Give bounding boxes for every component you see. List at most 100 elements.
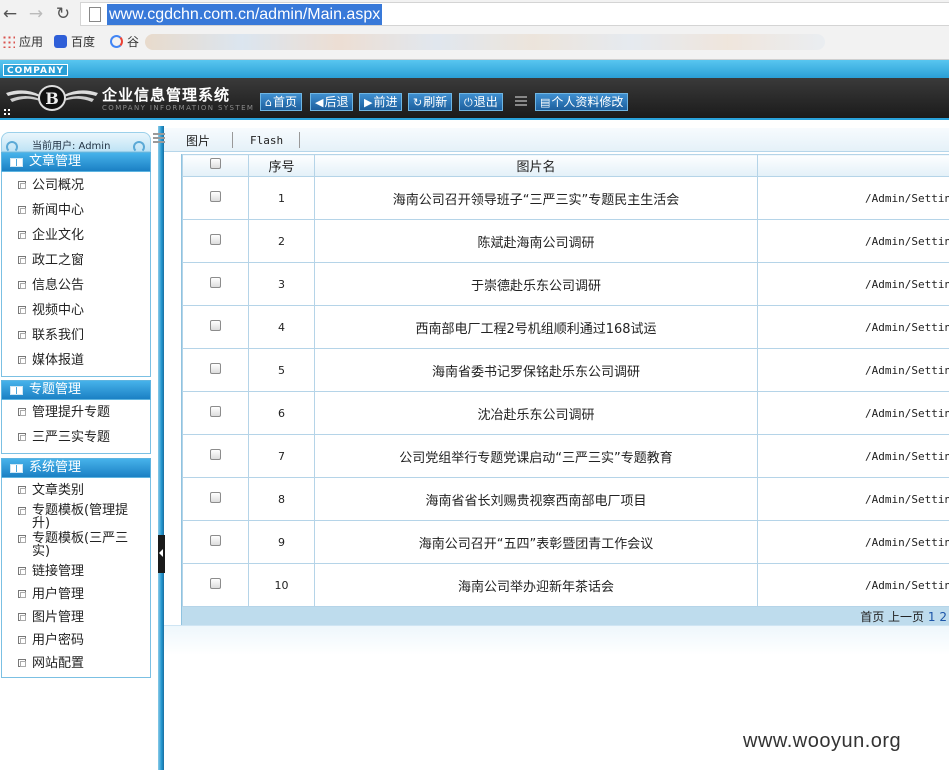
sidebar-item-video[interactable]: 视频中心 [18, 303, 144, 318]
table-row[interactable]: 8 海南省省长刘赐贵视察西南部电厂项目/Admin/Setting [182, 477, 949, 521]
row-number: 6 [248, 391, 315, 435]
page-icon [18, 256, 26, 264]
row-number: 1 [248, 176, 315, 220]
table-row[interactable]: 2 陈斌赴海南公司调研/Admin/Setting [182, 219, 949, 263]
pager-page-1[interactable]: 1 [928, 610, 936, 624]
sidebar-item-sanyan-topic[interactable]: 三严三实专题 [18, 430, 144, 445]
row-checkbox[interactable] [210, 492, 221, 503]
page-icon [18, 507, 26, 515]
row-checkbox[interactable] [210, 535, 221, 546]
row-select-cell [182, 176, 249, 220]
sidebar-item-topic-template-mgmt[interactable]: 专题模板(管理提升) [18, 504, 140, 530]
row-checkbox[interactable] [210, 363, 221, 374]
row-select-cell [182, 305, 249, 349]
row-checkbox[interactable] [210, 320, 221, 331]
reload-icon[interactable]: ↻ [53, 4, 73, 24]
page-icon [18, 408, 26, 416]
sidebar-item-politics[interactable]: 政工之窗 [18, 253, 144, 268]
tab-images[interactable]: 图片 [186, 133, 210, 149]
pager-page-2[interactable]: 2 [939, 610, 947, 624]
section-system-management[interactable]: 系统管理 [1, 458, 151, 478]
row-number: 4 [248, 305, 315, 349]
row-select-cell [182, 262, 249, 306]
column-header-path [757, 154, 949, 177]
url-text[interactable]: www.cgdchn.com.cn/admin/Main.aspx [107, 4, 383, 25]
tab-flash[interactable]: Flash [250, 133, 283, 149]
book-icon [10, 464, 23, 473]
row-checkbox[interactable] [210, 578, 221, 589]
row-checkbox[interactable] [210, 191, 221, 202]
row-checkbox[interactable] [210, 234, 221, 245]
table-row[interactable]: 1 海南公司召开领导班子“三严三实”专题民主生活会/Admin/Setting [182, 176, 949, 220]
refresh-button[interactable]: ↻刷新 [408, 93, 453, 111]
page-icon [18, 331, 26, 339]
row-checkbox[interactable] [210, 277, 221, 288]
row-checkbox[interactable] [210, 406, 221, 417]
table-row[interactable]: 5 海南省委书记罗保铭赴乐东公司调研/Admin/Setting [182, 348, 949, 392]
row-image-path: /Admin/Setting [757, 262, 949, 306]
sidebar-item-notices[interactable]: 信息公告 [18, 278, 144, 293]
google-g-icon [110, 35, 123, 48]
sidebar-item-topic-template-sanyan[interactable]: 专题模板(三严三实) [18, 532, 140, 558]
sidebar-item-company-profile[interactable]: 公司概况 [18, 178, 144, 193]
row-number: 5 [248, 348, 315, 392]
bookmark-apps[interactable]: 应用 [2, 33, 43, 51]
table-row[interactable]: 9 海南公司召开“五四”表彰暨团青工作会议/Admin/Setting [182, 520, 949, 564]
row-number: 7 [248, 434, 315, 478]
tab-separator [232, 132, 233, 148]
row-select-cell [182, 563, 249, 607]
pager-first[interactable]: 首页 [860, 610, 884, 624]
sidebar-item-culture[interactable]: 企业文化 [18, 228, 144, 243]
home-button[interactable]: ⌂首页 [260, 93, 302, 111]
table-row[interactable]: 6 沈冶赴乐东公司调研/Admin/Setting [182, 391, 949, 435]
profile-edit-button[interactable]: ▤个人资料修改 [535, 93, 629, 111]
book-icon [10, 386, 23, 395]
row-number: 9 [248, 520, 315, 564]
svg-text:B: B [45, 89, 59, 108]
bookmark-google[interactable]: 谷 [110, 33, 139, 51]
row-number: 10 [248, 563, 315, 607]
section-article-management[interactable]: 文章管理 [1, 152, 151, 172]
row-image-path: /Admin/Setting [757, 520, 949, 564]
sidebar-item-images[interactable]: 图片管理 [18, 610, 144, 625]
header-separator-icon [515, 96, 527, 108]
logout-button[interactable]: ⏻退出 [459, 93, 503, 111]
sidebar-item-site-config[interactable]: 网站配置 [18, 656, 144, 671]
section-topic-items: 管理提升专题 三严三实专题 [1, 400, 151, 454]
back-arrow-icon[interactable]: ← [0, 4, 20, 24]
bookmark-baidu[interactable]: 百度 [54, 33, 95, 51]
forward-arrow-icon[interactable]: → [26, 4, 46, 24]
arrow-left-icon: ◀ [315, 96, 324, 109]
table-row[interactable]: 3 于崇德赴乐东公司调研/Admin/Setting [182, 262, 949, 306]
table-row[interactable]: 7 公司党组举行专题党课启动“三严三实”专题教育/Admin/Setting [182, 434, 949, 478]
page-icon [18, 535, 26, 543]
collapse-sidebar-handle[interactable] [158, 535, 165, 573]
sidebar-item-links[interactable]: 链接管理 [18, 564, 144, 579]
address-bar[interactable]: www.cgdchn.com.cn/admin/Main.aspx [80, 2, 949, 26]
pager-prev[interactable]: 上一页 [888, 610, 924, 624]
sidebar-item-password[interactable]: 用户密码 [18, 633, 144, 648]
back-button[interactable]: ◀后退 [310, 93, 354, 111]
book-icon [10, 158, 23, 167]
row-image-name: 于崇德赴乐东公司调研 [314, 262, 758, 306]
row-select-cell [182, 520, 249, 564]
sidebar-item-news[interactable]: 新闻中心 [18, 203, 144, 218]
table-row[interactable]: 4 西南部电厂工程2号机组顺利通过168试运/Admin/Setting [182, 305, 949, 349]
row-checkbox[interactable] [210, 449, 221, 460]
row-select-cell [182, 391, 249, 435]
sidebar-item-management-topic[interactable]: 管理提升专题 [18, 405, 144, 420]
row-image-path: /Admin/Setting [757, 176, 949, 220]
row-image-name: 海南公司举办迎新年茶话会 [314, 563, 758, 607]
sidebar-item-media[interactable]: 媒体报道 [18, 353, 144, 368]
row-image-name: 海南公司召开领导班子“三严三实”专题民主生活会 [314, 176, 758, 220]
table-row[interactable]: 10 海南公司举办迎新年茶话会/Admin/Setting [182, 563, 949, 607]
section-topic-management[interactable]: 专题管理 [1, 380, 151, 400]
sidebar-item-article-category[interactable]: 文章类别 [18, 483, 144, 498]
forward-button[interactable]: ▶前进 [359, 93, 403, 111]
sidebar-item-users[interactable]: 用户管理 [18, 587, 144, 602]
select-all-checkbox[interactable] [210, 158, 221, 169]
page-icon [18, 636, 26, 644]
browser-chrome: ← → ↻ www.cgdchn.com.cn/admin/Main.aspx … [0, 0, 949, 60]
sidebar-item-contact[interactable]: 联系我们 [18, 328, 144, 343]
top-strip [0, 60, 949, 78]
